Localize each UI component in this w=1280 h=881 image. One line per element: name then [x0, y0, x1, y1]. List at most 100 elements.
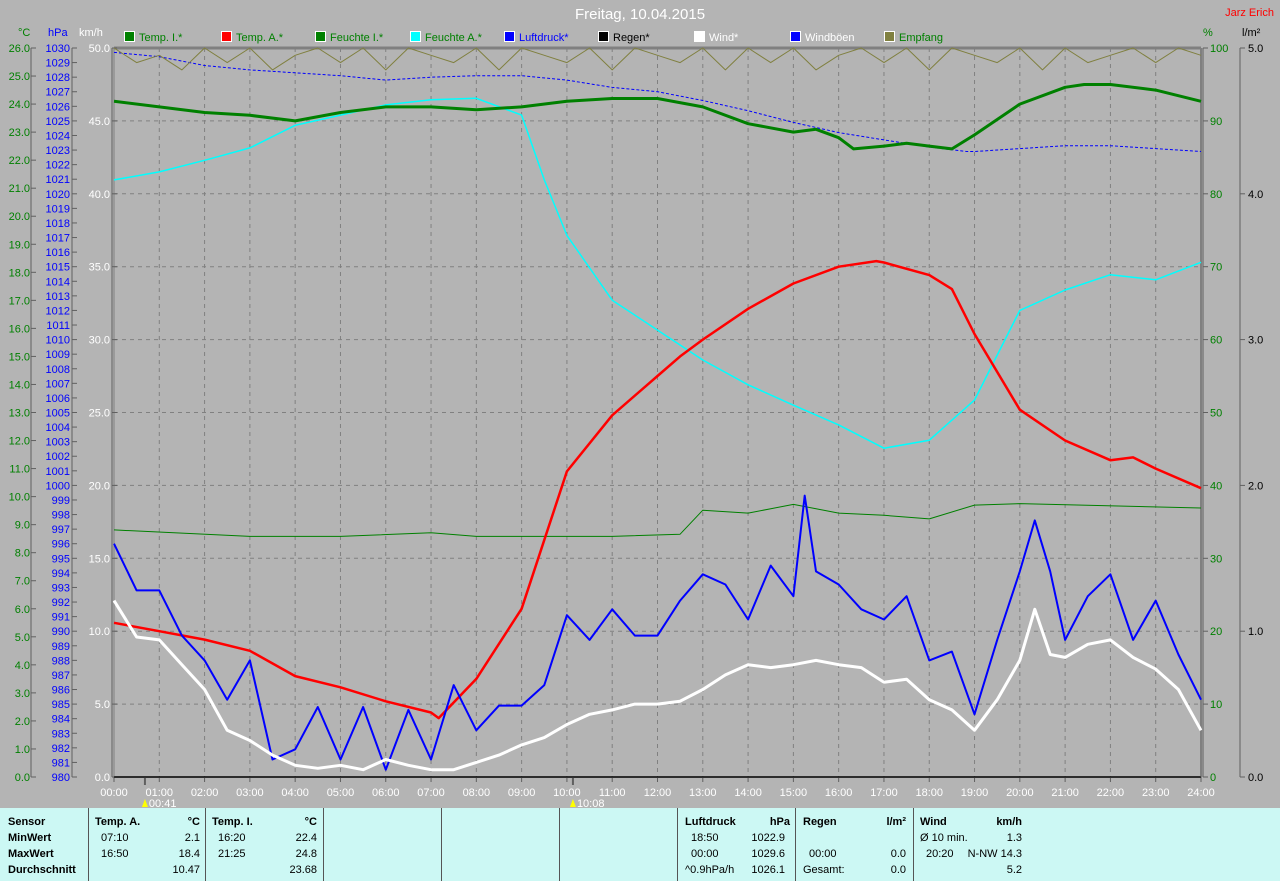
- wind-avg: 5.2: [1006, 864, 1022, 876]
- wind-tick-label: 40.0: [89, 189, 110, 201]
- legend-item: Windböen: [790, 31, 855, 44]
- legend-item: Regen*: [598, 31, 650, 44]
- station-owner: Jarz Erich: [1225, 7, 1274, 19]
- temp-axis-unit: °C: [18, 27, 31, 39]
- temp-tick-label: 25.0: [9, 71, 30, 83]
- pressure-tick-label: 1017: [46, 233, 70, 245]
- pressure-tick-label: 1005: [46, 408, 70, 420]
- pressure-tick-label: 1028: [46, 72, 70, 84]
- x-tick-label: 09:00: [508, 787, 536, 799]
- legend-label: Temp. A.*: [236, 32, 284, 44]
- temp-tick-label: 10.0: [9, 492, 30, 504]
- x-tick-label: 15:00: [780, 787, 808, 799]
- wind-tick-label: 20.0: [89, 480, 110, 492]
- divider: [441, 808, 442, 881]
- pressure-tick-label: 990: [52, 626, 70, 638]
- temp-tick-label: 20.0: [9, 211, 30, 223]
- x-tick-label: 08:00: [463, 787, 491, 799]
- pressure-tick-label: 1029: [46, 58, 70, 70]
- temp-a-avg: 10.47: [172, 864, 200, 876]
- rain-max-time: 00:00: [809, 848, 837, 860]
- rain-tick-label: 3.0: [1248, 335, 1263, 347]
- wind-tick-label: 50.0: [89, 43, 110, 55]
- x-tick-label: 16:00: [825, 787, 853, 799]
- x-tick-label: 20:00: [1006, 787, 1034, 799]
- rain-total: 0.0: [890, 864, 906, 876]
- pressure-tick-label: 1011: [46, 320, 70, 332]
- weather-chart: 0.0 1.0 2.0 3.0 4.0 5.0 6.0 7.0 8.0 9.0 10.0 11.0 12…: [9, 43, 1264, 808]
- pressure-tick-label: 1008: [46, 364, 70, 376]
- pressure-tick-label: 1015: [46, 262, 70, 274]
- humidity-tick-label: 70: [1210, 262, 1222, 274]
- humidity-tick-label: 0: [1210, 772, 1216, 784]
- x-tick-label: 05:00: [327, 787, 355, 799]
- stats-panel: Sensor MinWert MaxWert Durchschnitt Temp…: [0, 808, 1280, 881]
- pressure-axis-unit: hPa: [48, 27, 68, 39]
- humidity-tick-label: 30: [1210, 553, 1222, 565]
- temp-tick-label: 12.0: [9, 436, 30, 448]
- temp-tick-label: 8.0: [15, 548, 30, 560]
- x-tick-label: 19:00: [961, 787, 989, 799]
- temp-tick-label: 2.0: [15, 716, 30, 728]
- temp-tick-label: 11.0: [9, 464, 30, 476]
- wind-tick-label: 35.0: [89, 262, 110, 274]
- label-min: MinWert: [8, 832, 52, 844]
- wind-tick-label: 5.0: [95, 699, 110, 711]
- pressure-min-time: 18:50: [691, 832, 719, 844]
- temp-tick-label: 7.0: [15, 576, 30, 588]
- pressure-min: 1022.9: [751, 832, 785, 844]
- legend-label: Regen*: [613, 32, 650, 44]
- pressure-tick-label: 997: [52, 524, 70, 536]
- temp-tick-label: 17.0: [9, 295, 30, 307]
- pressure-tick-label: 1000: [46, 480, 70, 492]
- rain-axis-unit: l/m²: [1242, 27, 1261, 39]
- x-tick-label: 23:00: [1142, 787, 1170, 799]
- pressure-tick-label: 1004: [46, 422, 70, 434]
- label-sensor: Sensor: [8, 816, 46, 828]
- x-tick-label: 17:00: [870, 787, 898, 799]
- wind-max: N-NW 14.3: [967, 848, 1022, 860]
- temp-a-unit: °C: [187, 816, 200, 828]
- divider: [88, 808, 89, 881]
- pressure-tick-label: 1025: [46, 116, 70, 128]
- x-tick-label: 24:00: [1187, 787, 1215, 799]
- temp-tick-label: 26.0: [9, 43, 30, 55]
- pressure-title: Luftdruck: [685, 816, 736, 828]
- legend-item: Temp. A.*: [221, 31, 283, 44]
- rain-tick-label: 5.0: [1248, 43, 1263, 55]
- rain-tick-label: 2.0: [1248, 480, 1263, 492]
- legend-swatch: [410, 31, 421, 42]
- temp-tick-label: 4.0: [15, 660, 30, 672]
- x-tick-label: 12:00: [644, 787, 672, 799]
- legend-item: Empfang: [884, 31, 943, 44]
- wind-axis-unit: km/h: [79, 27, 103, 39]
- temp-i-max: 24.8: [295, 848, 317, 860]
- pressure-tick-label: 1002: [46, 451, 70, 463]
- humidity-tick-label: 40: [1210, 480, 1222, 492]
- pressure-tick-label: 986: [52, 685, 70, 697]
- temp-tick-label: 24.0: [9, 99, 30, 111]
- pressure-tick-label: 1026: [46, 101, 70, 113]
- temp-a-max-time: 16:50: [101, 848, 129, 860]
- label-avg: Durchschnitt: [8, 864, 76, 876]
- temp-a-min-time: 07:10: [101, 832, 129, 844]
- x-tick-label: 07:00: [417, 787, 445, 799]
- pressure-tick-label: 1018: [46, 218, 70, 230]
- pressure-tick-label: 994: [52, 568, 70, 580]
- legend-swatch: [694, 31, 705, 42]
- wind-tick-label: 30.0: [89, 335, 110, 347]
- legend-item: Feuchte A.*: [410, 31, 482, 44]
- pressure-tick-label: 1024: [46, 130, 70, 142]
- humidity-tick-label: 80: [1210, 189, 1222, 201]
- sun-marker-icon: [569, 799, 576, 807]
- x-tick-label: 14:00: [734, 787, 762, 799]
- chart-title: Freitag, 10.04.2015: [574, 6, 706, 23]
- humidity-tick-label: 10: [1210, 699, 1222, 711]
- legend-swatch: [504, 31, 515, 42]
- wind-tick-label: 10.0: [89, 626, 110, 638]
- pressure-tick-label: 989: [52, 641, 70, 653]
- divider: [559, 808, 560, 881]
- pressure-tick-label: 1006: [46, 393, 70, 405]
- legend-swatch: [221, 31, 232, 42]
- temp-i-avg: 23.68: [289, 864, 317, 876]
